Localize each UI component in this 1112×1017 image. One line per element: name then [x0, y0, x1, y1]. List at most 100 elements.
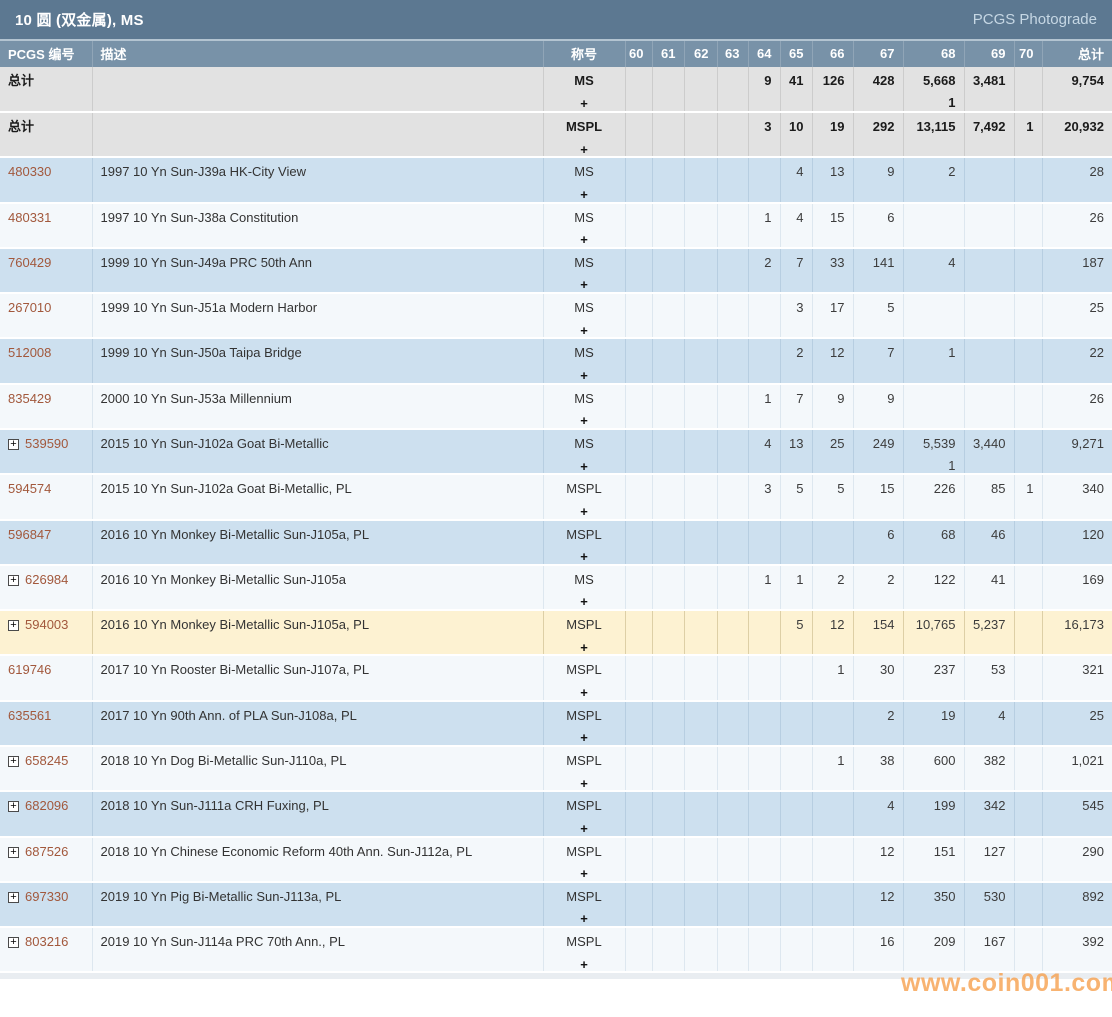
- description-cell: 1997 10 Yn Sun-J39a HK-City View: [92, 157, 543, 202]
- designation-cell: MS+: [543, 429, 625, 474]
- table-body: 总计MS+9411264285,66813,4819,754总计MSPL+310…: [0, 67, 1112, 972]
- grade-cell-68: 10,765: [903, 610, 964, 655]
- grade-cell-61: [652, 927, 684, 972]
- grade-cell-69: 3,440: [964, 429, 1014, 474]
- grade-cell-67: 428: [853, 67, 903, 112]
- grade-cell-68: 68: [903, 520, 964, 565]
- pcgs-number-link[interactable]: 658245: [25, 753, 68, 768]
- pcgs-number-link[interactable]: 619746: [8, 662, 51, 677]
- table-row: 6355612017 10 Yn 90th Ann. of PLA Sun-J1…: [0, 701, 1112, 746]
- pcgs-number-link[interactable]: 480331: [8, 210, 51, 225]
- col-header-grade-69: 69: [964, 41, 1014, 67]
- grade-cell-70: [1014, 429, 1042, 474]
- designation-label: MS: [544, 437, 625, 451]
- designation-cell: MSPL+: [543, 746, 625, 791]
- plus-grade-label: +: [544, 731, 625, 745]
- grade-cell-68: 4: [903, 248, 964, 293]
- grade-cell-65: [780, 882, 812, 927]
- grade-cell-68: 5,5391: [903, 429, 964, 474]
- grade-count: 428: [854, 74, 895, 88]
- expand-icon[interactable]: +: [8, 892, 19, 903]
- grade-count: 10,765: [904, 618, 956, 632]
- total-cell: 25: [1042, 293, 1112, 338]
- expand-icon[interactable]: +: [8, 847, 19, 858]
- grade-cell-66: 2: [812, 565, 853, 610]
- total-cell: 9,271: [1042, 429, 1112, 474]
- expand-icon[interactable]: +: [8, 756, 19, 767]
- grade-cell-64: [748, 927, 780, 972]
- expand-icon[interactable]: +: [8, 620, 19, 631]
- expand-icon[interactable]: +: [8, 575, 19, 586]
- grade-count: 1: [1015, 482, 1034, 496]
- pcgs-number-link[interactable]: 594574: [8, 481, 51, 496]
- col-header-grade-65: 65: [780, 41, 812, 67]
- grade-cell-64: [748, 837, 780, 882]
- grade-cell-63: [717, 746, 748, 791]
- grade-cell-66: 33: [812, 248, 853, 293]
- expand-icon[interactable]: +: [8, 937, 19, 948]
- grade-cell-64: [748, 610, 780, 655]
- summary-row: 总计MSPL+3101929213,1157,492120,932: [0, 112, 1112, 157]
- designation-cell: MS+: [543, 203, 625, 248]
- pcgs-number-link[interactable]: 635561: [8, 708, 51, 723]
- plus-grade-label: +: [544, 958, 625, 972]
- expand-icon[interactable]: +: [8, 439, 19, 450]
- grade-cell-69: 7,492: [964, 112, 1014, 157]
- grade-cell-61: [652, 248, 684, 293]
- expand-icon[interactable]: +: [8, 801, 19, 812]
- grade-cell-63: [717, 293, 748, 338]
- grade-cell-65: 7: [780, 384, 812, 429]
- pcgs-number-link[interactable]: 539590: [25, 436, 68, 451]
- pcgs-number-link[interactable]: 682096: [25, 798, 68, 813]
- pcgs-number-link[interactable]: 697330: [25, 889, 68, 904]
- pcgs-cell: 480331: [0, 203, 92, 248]
- pcgs-number-link[interactable]: 596847: [8, 527, 51, 542]
- grade-cell-66: [812, 520, 853, 565]
- table-row: +5395902015 10 Yn Sun-J102a Goat Bi-Meta…: [0, 429, 1112, 474]
- col-header-grade-66: 66: [812, 41, 853, 67]
- designation-cell: MSPL+: [543, 882, 625, 927]
- pcgs-number-link[interactable]: 512008: [8, 345, 51, 360]
- grade-cell-69: 46: [964, 520, 1014, 565]
- pcgs-number-link[interactable]: 803216: [25, 934, 68, 949]
- grade-cell-67: 9: [853, 157, 903, 202]
- grade-cell-70: [1014, 203, 1042, 248]
- grade-cell-70: [1014, 565, 1042, 610]
- grade-cell-69: [964, 293, 1014, 338]
- grade-cell-69: 4: [964, 701, 1014, 746]
- total-cell: 25: [1042, 701, 1112, 746]
- description-cell: 2019 10 Yn Sun-J114a PRC 70th Ann., PL: [92, 927, 543, 972]
- designation-label: MSPL: [544, 709, 625, 723]
- grade-count: 3: [781, 301, 804, 315]
- plus-grade-label: +: [544, 641, 625, 655]
- grade-cell-61: [652, 112, 684, 157]
- grade-cell-60: [625, 701, 652, 746]
- designation-cell: MS+: [543, 293, 625, 338]
- pcgs-number-link[interactable]: 267010: [8, 300, 51, 315]
- pcgs-number-link[interactable]: 480330: [8, 164, 51, 179]
- grade-cell-64: 3: [748, 112, 780, 157]
- grade-cell-64: [748, 520, 780, 565]
- pcgs-number-link[interactable]: 687526: [25, 844, 68, 859]
- pcgs-number-link[interactable]: 594003: [25, 617, 68, 632]
- grade-cell-69: 167: [964, 927, 1014, 972]
- pcgs-cell: +658245: [0, 746, 92, 791]
- grade-cell-66: 25: [812, 429, 853, 474]
- grade-count: 1: [749, 211, 772, 225]
- pcgs-number-link[interactable]: 760429: [8, 255, 51, 270]
- designation-label: MS: [544, 74, 625, 88]
- grade-cell-66: 12: [812, 338, 853, 383]
- pcgs-number-link[interactable]: 835429: [8, 391, 51, 406]
- grade-cell-70: [1014, 791, 1042, 836]
- grade-cell-70: [1014, 882, 1042, 927]
- grade-cell-64: [748, 293, 780, 338]
- grade-cell-63: [717, 474, 748, 519]
- pcgs-number-link[interactable]: 626984: [25, 572, 68, 587]
- photograde-link[interactable]: PCGS Photograde: [973, 11, 1097, 28]
- description-cell: [92, 67, 543, 112]
- grade-cell-62: [684, 701, 717, 746]
- grade-count: 5,237: [965, 618, 1006, 632]
- grade-cell-63: [717, 67, 748, 112]
- table-row: 2670101999 10 Yn Sun-J51a Modern HarborM…: [0, 293, 1112, 338]
- grade-cell-61: [652, 746, 684, 791]
